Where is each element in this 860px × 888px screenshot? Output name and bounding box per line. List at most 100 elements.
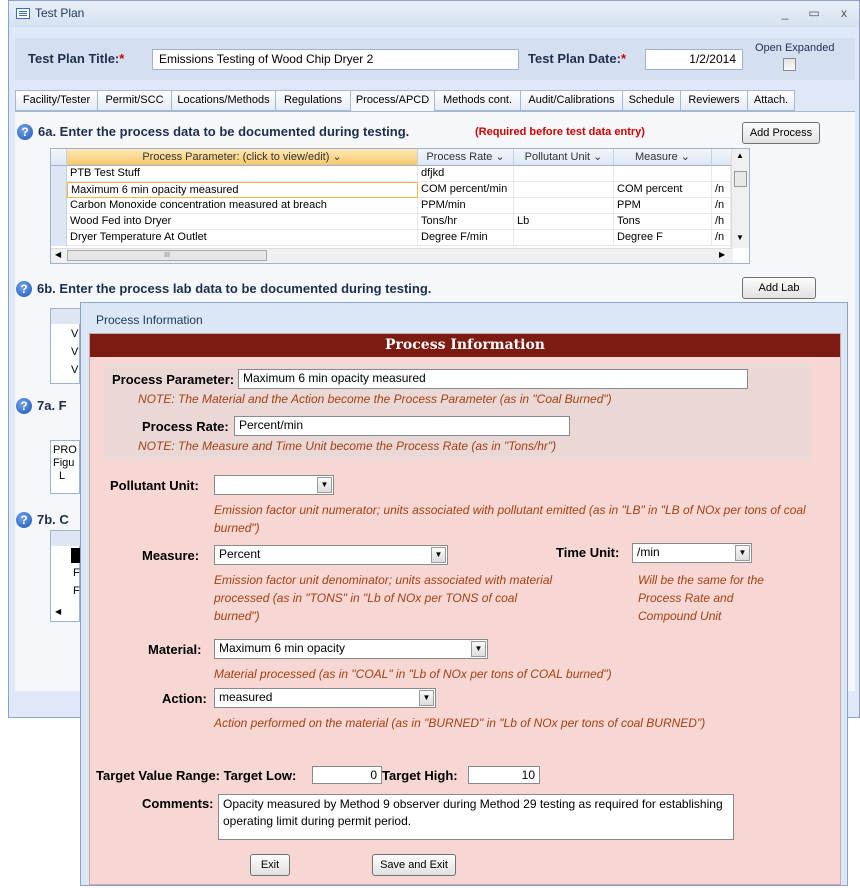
table-row[interactable]: Dryer Temperature At Outlet Degree F/min… <box>51 230 731 246</box>
lab-grid-cell: V <box>71 364 79 376</box>
scroll-down-icon[interactable]: ▼ <box>736 233 744 242</box>
tab-process-apcd[interactable]: Process/APCD <box>350 90 435 112</box>
material-label: Material: <box>148 642 202 657</box>
tab-audit-calibrations[interactable]: Audit/Calibrations <box>520 90 623 111</box>
cell-parameter: Dryer Temperature At Outlet <box>67 230 418 246</box>
chevron-down-icon[interactable]: ▼ <box>735 545 750 561</box>
material-dropdown[interactable]: Maximum 6 min opacity ▼ <box>214 639 488 659</box>
help-icon[interactable]: ? <box>16 512 32 528</box>
add-process-button[interactable]: Add Process <box>742 122 820 144</box>
cell-pollutant-unit <box>514 182 614 198</box>
process-parameter-label: Process Parameter: <box>112 372 235 387</box>
cell-parameter: PTB Test Stuff <box>67 166 418 182</box>
table-row-selected[interactable]: Maximum 6 min opacity measured COM perce… <box>51 182 731 198</box>
cell-pollutant-unit <box>514 198 614 214</box>
measure-value: Percent <box>219 547 261 561</box>
horizontal-scrollbar[interactable]: ◀ III ▶ <box>51 248 733 263</box>
chevron-down-icon[interactable]: ▼ <box>317 477 332 493</box>
process-grid: Process Parameter: (click to view/edit) … <box>50 148 750 264</box>
action-note: Action performed on the material (as in … <box>214 716 706 730</box>
cell-time-unit <box>712 166 731 182</box>
scroll-thumb[interactable] <box>734 171 747 187</box>
row-selector[interactable] <box>51 166 67 182</box>
save-and-exit-button[interactable]: Save and Exit <box>372 854 456 876</box>
tab-schedule[interactable]: Schedule <box>622 90 681 111</box>
tab-permit-scc[interactable]: Permit/SCC <box>97 90 172 111</box>
tab-attach[interactable]: Attach. <box>747 90 795 111</box>
grid-7b-cell: F <box>73 585 80 597</box>
grid-7b: F F ◀ <box>50 530 81 622</box>
close-button[interactable]: x <box>833 4 855 22</box>
chevron-down-icon[interactable]: ▼ <box>431 547 446 563</box>
comments-field[interactable]: Opacity measured by Method 9 observer du… <box>218 794 734 840</box>
table-row[interactable]: PTB Test Stuff dfjkd <box>51 166 731 182</box>
description-line: L <box>59 470 66 482</box>
process-parameter-field[interactable]: Maximum 6 min opacity measured <box>238 369 748 389</box>
column-header-measure[interactable]: Measure ⌄ <box>614 149 712 166</box>
time-unit-value: /min <box>637 545 660 559</box>
dialog-title: Process Information <box>96 313 203 327</box>
help-icon[interactable]: ? <box>16 398 32 414</box>
action-dropdown[interactable]: measured ▼ <box>214 688 436 708</box>
comments-label: Comments: <box>142 796 214 811</box>
target-low-field[interactable]: 0 <box>312 766 382 784</box>
process-parameter-note: NOTE: The Material and the Action become… <box>138 392 612 406</box>
target-high-label: Target High: <box>382 768 458 783</box>
target-value-range-label: Target Value Range: Target Low: <box>96 768 297 783</box>
cell-measure: PPM <box>614 198 712 214</box>
scroll-left-icon[interactable]: ◀ <box>55 607 61 616</box>
minimize-button[interactable]: _ <box>774 4 796 22</box>
pollutant-unit-dropdown[interactable]: ▼ <box>214 475 334 495</box>
lab-grid-cell: V <box>71 346 79 358</box>
column-header-process-rate[interactable]: Process Rate ⌄ <box>418 149 514 166</box>
column-header-pollutant-unit[interactable]: Pollutant Unit ⌄ <box>514 149 614 166</box>
help-icon[interactable]: ? <box>16 281 32 297</box>
cell-measure: Degree F <box>614 230 712 246</box>
test-plan-date-label: Test Plan Date:* <box>528 51 627 66</box>
tab-regulations[interactable]: Regulations <box>275 90 351 111</box>
hscroll-thumb[interactable]: III <box>67 250 267 261</box>
scroll-up-icon[interactable]: ▲ <box>736 151 744 160</box>
form-icon <box>16 8 30 19</box>
vertical-scrollbar[interactable]: ▲ ▼ <box>731 149 749 248</box>
cell-time-unit: /n <box>712 198 731 214</box>
maximize-button[interactable]: ▭ <box>803 4 825 22</box>
row-selector[interactable] <box>51 182 67 198</box>
table-row[interactable]: Carbon Monoxide concentration measured a… <box>51 198 731 214</box>
test-plan-title-input[interactable]: Emissions Testing of Wood Chip Dryer 2 <box>152 49 519 70</box>
table-row[interactable]: Wood Fed into Dryer Tons/hr Lb Tons /h <box>51 214 731 230</box>
scroll-left-icon[interactable]: ◀ <box>55 250 61 259</box>
cell-parameter: Maximum 6 min opacity measured <box>67 182 418 198</box>
exit-button[interactable]: Exit <box>250 854 290 876</box>
test-plan-date-input[interactable]: 1/2/2014 <box>645 49 743 70</box>
time-unit-dropdown[interactable]: /min ▼ <box>632 543 752 563</box>
scroll-right-icon[interactable]: ▶ <box>719 250 725 259</box>
cell-time-unit: /h <box>712 214 731 230</box>
tab-methods-cont[interactable]: Methods cont. <box>434 90 521 111</box>
cell-measure <box>614 166 712 182</box>
chevron-down-icon[interactable]: ▼ <box>471 641 486 657</box>
select-all-corner[interactable] <box>51 149 67 166</box>
measure-dropdown[interactable]: Percent ▼ <box>214 545 448 565</box>
tab-facility-tester[interactable]: Facility/Tester <box>15 90 98 111</box>
time-unit-label: Time Unit: <box>556 545 620 560</box>
row-selector[interactable] <box>51 214 67 230</box>
target-high-field[interactable]: 10 <box>468 766 540 784</box>
process-rate-field[interactable]: Percent/min <box>234 416 570 436</box>
lab-grid-cell: V <box>71 328 79 340</box>
chevron-down-icon[interactable]: ▼ <box>419 690 434 706</box>
row-selector[interactable] <box>51 230 67 246</box>
open-expanded-checkbox[interactable] <box>783 58 796 71</box>
row-selector[interactable] <box>51 198 67 214</box>
cell-rate: dfjkd <box>418 166 514 182</box>
tab-reviewers[interactable]: Reviewers <box>680 90 748 111</box>
add-lab-button[interactable]: Add Lab <box>742 277 816 299</box>
tab-locations-methods[interactable]: Locations/Methods <box>171 90 276 111</box>
section-6b-title: 6b. Enter the process lab data to be doc… <box>37 281 432 296</box>
column-header-process-parameter[interactable]: Process Parameter: (click to view/edit) … <box>67 149 418 166</box>
help-icon[interactable]: ? <box>17 124 33 140</box>
process-rate-label: Process Rate: <box>142 419 229 434</box>
dialog-banner: Process Information <box>90 334 840 357</box>
action-value: measured <box>219 690 273 704</box>
cell-measure: Tons <box>614 214 712 230</box>
